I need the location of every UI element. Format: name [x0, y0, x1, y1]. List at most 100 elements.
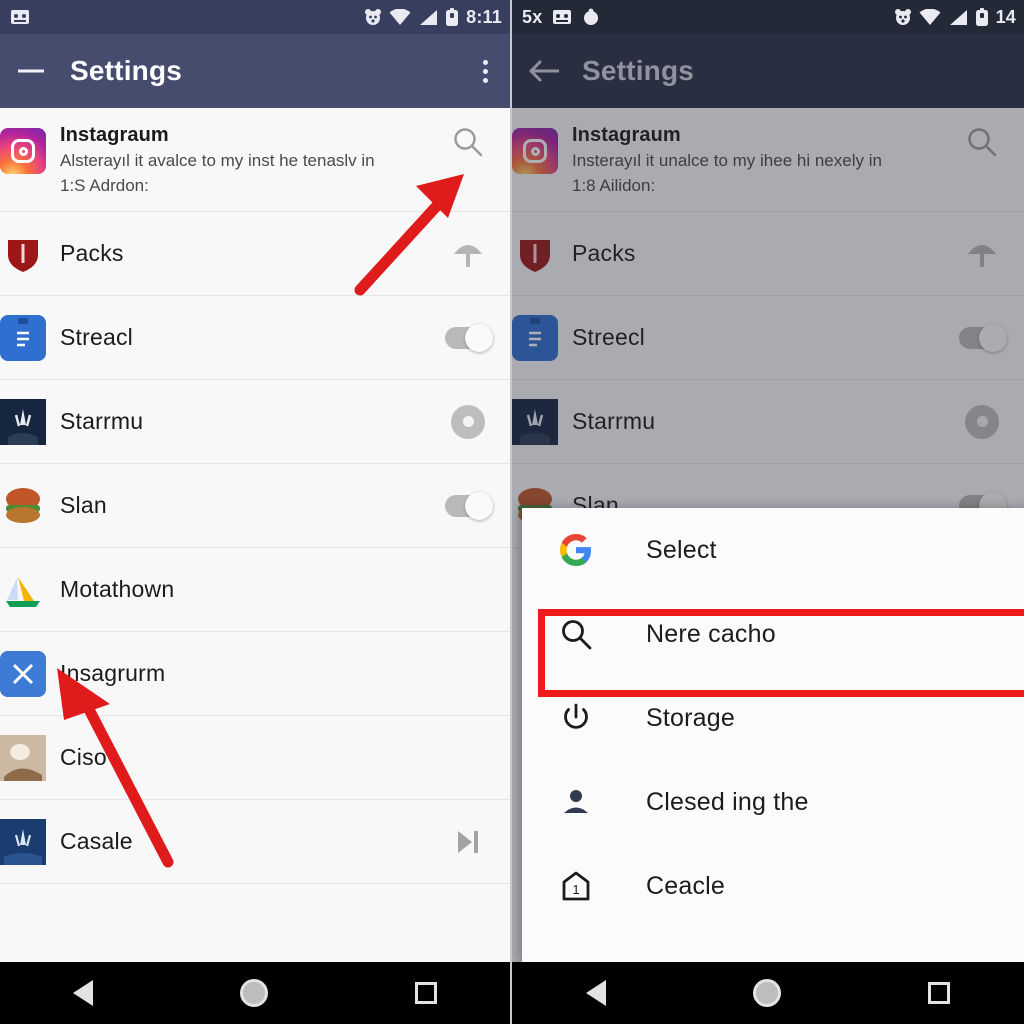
- signal-icon: [948, 9, 968, 26]
- menu-item-ceacle[interactable]: 1 Ceacle: [522, 844, 1024, 928]
- radio-inner-dot: [976, 416, 988, 427]
- nav-back-icon[interactable]: [585, 980, 606, 1006]
- toggle-knob: [465, 323, 493, 352]
- list-item[interactable]: Motathown: [0, 548, 510, 632]
- nav-home-icon[interactable]: [752, 979, 781, 1007]
- list-item[interactable]: Slan: [0, 464, 510, 548]
- menu-item-storage[interactable]: Storage: [522, 676, 1024, 760]
- menu-item-label: Storage: [646, 703, 735, 732]
- radio-circle[interactable]: [444, 404, 492, 439]
- menu-item-clesed-ing-the[interactable]: Clesed ing the: [522, 760, 1024, 844]
- status-time: 14: [995, 6, 1016, 27]
- docs-icon: [0, 314, 46, 361]
- dark-app-icon: [512, 398, 558, 445]
- list-item-title: Instagraum: [60, 124, 169, 146]
- list-item[interactable]: Instagraum Insterayıl it unalce to my ih…: [512, 108, 1024, 212]
- back-arrow-icon[interactable]: [16, 59, 62, 83]
- overflow-dot: [483, 68, 488, 74]
- list-item[interactable]: Streecl: [512, 296, 1024, 380]
- list-item[interactable]: Packs: [512, 212, 1024, 296]
- battery-icon: [975, 7, 989, 27]
- overflow-dot: [483, 59, 488, 65]
- nav-home-icon[interactable]: [239, 979, 268, 1007]
- list-item-title: Streecl: [572, 324, 645, 350]
- overflow-dot: [483, 77, 488, 83]
- list-item-title: Motathown: [60, 576, 175, 602]
- list-item[interactable]: Streacl: [0, 296, 510, 380]
- list-item[interactable]: Casale: [0, 800, 510, 884]
- skip-next-icon[interactable]: [444, 828, 492, 856]
- burger-icon: [0, 483, 46, 529]
- left-phone-screenshot: 8:11 Settings Instagraum Alsterayıl it a…: [0, 0, 512, 1024]
- docs-icon: [512, 314, 558, 361]
- list-item-title: Instagraum: [572, 124, 681, 146]
- menu-item-label: Ceacle: [646, 871, 726, 900]
- overflow-menu-icon[interactable]: [483, 59, 494, 83]
- list-item-texts: Motathown: [60, 576, 432, 603]
- list-item[interactable]: Starrmu: [0, 380, 510, 464]
- right-phone-screenshot: 5x 14 Settings Instagraum Insterayıl it …: [512, 0, 1024, 1024]
- signal-icon: [418, 9, 438, 26]
- list-item[interactable]: Ciso: [0, 716, 510, 800]
- power-icon: [554, 701, 598, 735]
- status-left-icons: 5x: [522, 7, 600, 28]
- toggle-switch-on[interactable]: [444, 491, 493, 520]
- home-badge-icon: 1: [554, 869, 598, 903]
- photo-icon: [10, 8, 30, 26]
- radio-circle[interactable]: [958, 404, 1006, 439]
- toggle-switch-on[interactable]: [958, 323, 1007, 352]
- nav-back-icon[interactable]: [73, 980, 94, 1006]
- list-item[interactable]: Insagrurm: [0, 632, 510, 716]
- list-item-title: Ciso: [60, 744, 107, 770]
- list-item-title: Insagrurm: [60, 660, 166, 686]
- nav-recents-icon[interactable]: [414, 982, 437, 1004]
- blob-icon: [582, 8, 600, 26]
- list-item-title: Packs: [572, 240, 636, 266]
- bear-icon: [364, 8, 382, 26]
- left-status-bar: 8:11: [0, 0, 510, 34]
- search-icon[interactable]: [958, 124, 1006, 160]
- screenshot-stage: 8:11 Settings Instagraum Alsterayıl it a…: [0, 0, 1024, 1024]
- toggle-knob: [465, 491, 493, 520]
- wifi-icon: [389, 8, 411, 26]
- nav-recents-icon[interactable]: [928, 982, 951, 1004]
- list-item-texts: Packs: [60, 240, 432, 267]
- list-item-title: Streacl: [60, 324, 133, 350]
- drive-icon: [0, 567, 46, 613]
- blue-night-icon: [0, 818, 46, 865]
- status-left-text: 5x: [522, 6, 543, 27]
- list-item[interactable]: Starrmu: [512, 380, 1024, 464]
- menu-item-nere-cacho[interactable]: Nere cacho: [522, 592, 1024, 676]
- shield-icon: [0, 231, 46, 277]
- status-time: 8:11: [466, 6, 502, 27]
- right-nav-bar: [512, 962, 1024, 1024]
- list-item-texts: Insagrurm: [60, 660, 432, 687]
- search-icon[interactable]: [444, 124, 492, 160]
- instagram-icon: [512, 128, 558, 174]
- list-item-title: Casale: [60, 828, 133, 854]
- list-item-texts: Instagraum Insterayıl it unalce to my ih…: [572, 124, 946, 198]
- right-status-bar: 5x 14: [512, 0, 1024, 34]
- options-dialog: Select Nere cacho Storage Clesed ing the: [522, 508, 1024, 962]
- back-arrow-icon[interactable]: [528, 58, 574, 84]
- mushroom-icon: [958, 238, 1006, 270]
- page-title: Settings: [70, 55, 183, 86]
- list-item-texts: Casale: [60, 828, 432, 855]
- menu-item-select[interactable]: Select: [522, 508, 1024, 592]
- list-item-subtitle-line2: 1:S Adrdon:: [60, 176, 149, 196]
- toggle-switch-on[interactable]: [444, 323, 493, 352]
- list-item-texts: Ciso: [60, 744, 432, 771]
- list-item-subtitle-line2: 1:8 Ailidon:: [572, 176, 656, 196]
- menu-item-label: Nere cacho: [646, 619, 776, 648]
- list-item[interactable]: Packs: [0, 212, 510, 296]
- list-item-subtitle-line1: Alsterayıl it avalce to my inst he tenas…: [60, 151, 375, 170]
- left-nav-bar: [0, 962, 510, 1024]
- wifi-icon: [919, 8, 941, 26]
- menu-item-label: Select: [646, 535, 717, 564]
- left-settings-list: Instagraum Alsterayıl it avalce to my in…: [0, 108, 510, 1024]
- person-icon: [554, 785, 598, 819]
- right-app-bar: Settings: [512, 34, 1024, 108]
- bear-icon: [894, 8, 912, 26]
- list-item-texts: Streacl: [60, 324, 432, 351]
- list-item[interactable]: Instagraum Alsterayıl it avalce to my in…: [0, 108, 510, 212]
